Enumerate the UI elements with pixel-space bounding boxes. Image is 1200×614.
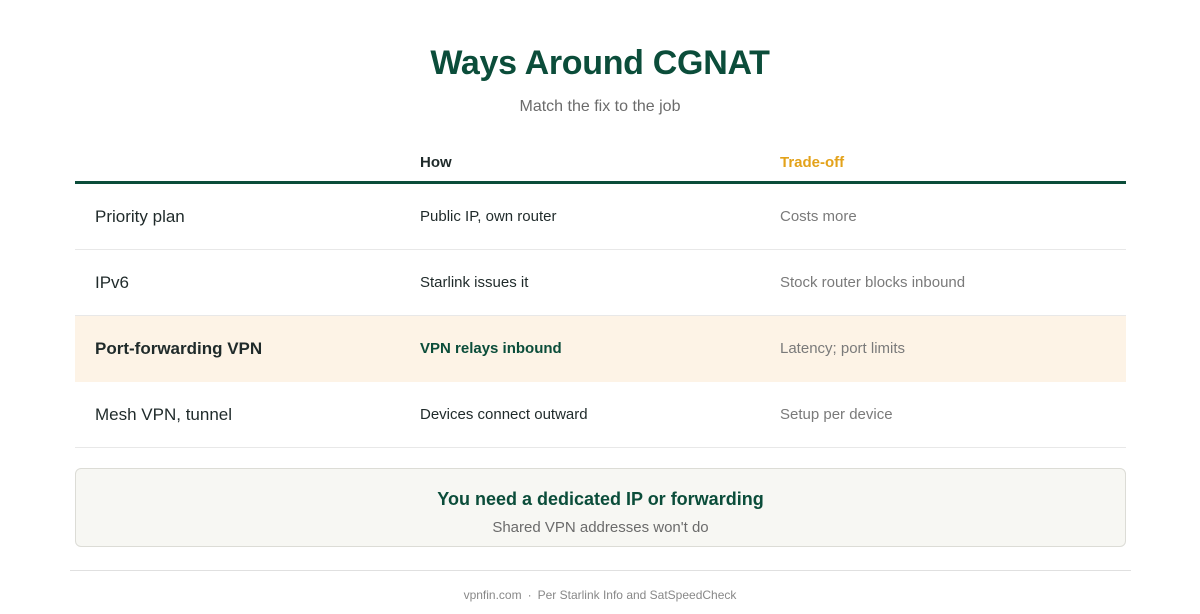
tradeoff-cell: Latency; port limits — [780, 340, 906, 357]
tradeoff-cell: Costs more — [780, 208, 857, 225]
column-header-tradeoff: Trade-off — [780, 154, 845, 171]
footer: vpnfin.com · Per Starlink Info and SatSpee… — [0, 588, 1200, 602]
tradeoff-cell: Setup per device — [780, 406, 893, 423]
table-row: IPv6 Starlink issues it Stock router blo… — [75, 250, 1126, 316]
table-row: Priority plan Public IP, own router Cost… — [75, 184, 1126, 250]
option-cell: IPv6 — [95, 273, 130, 292]
how-cell: Starlink issues it — [420, 274, 529, 291]
option-cell: Mesh VPN, tunnel — [95, 405, 233, 424]
how-cell: VPN relays inbound — [420, 340, 562, 357]
column-header-how: How — [420, 154, 452, 171]
page-subtitle: Match the fix to the job — [519, 98, 681, 115]
footer-source: Per Starlink Info and SatSpeedCheck — [537, 588, 737, 602]
tradeoff-cell: Stock router blocks inbound — [780, 274, 966, 291]
comparison-table: How Trade-off Priority plan Public IP, o… — [75, 144, 1126, 448]
page-title: Ways Around CGNAT — [430, 44, 770, 82]
callout-subtitle: Shared VPN addresses won't do — [492, 519, 709, 536]
table-row-highlighted: Port-forwarding VPN VPN relays inbound L… — [75, 316, 1126, 382]
how-cell: Devices connect outward — [420, 406, 588, 423]
option-cell: Priority plan — [95, 207, 185, 226]
table-header: How Trade-off — [75, 144, 1126, 184]
callout-box: You need a dedicated IP or forwarding Sh… — [75, 468, 1126, 547]
footer-site: vpnfin.com — [463, 588, 522, 602]
table-row: Mesh VPN, tunnel Devices connect outward… — [75, 382, 1126, 448]
page: Ways Around CGNAT Match the fix to the j… — [0, 0, 1200, 614]
callout-title: You need a dedicated IP or forwarding — [437, 489, 764, 509]
how-cell: Public IP, own router — [420, 208, 557, 225]
footer-divider — [70, 570, 1131, 571]
option-cell: Port-forwarding VPN — [95, 339, 263, 358]
footer-separator: · — [527, 588, 532, 602]
